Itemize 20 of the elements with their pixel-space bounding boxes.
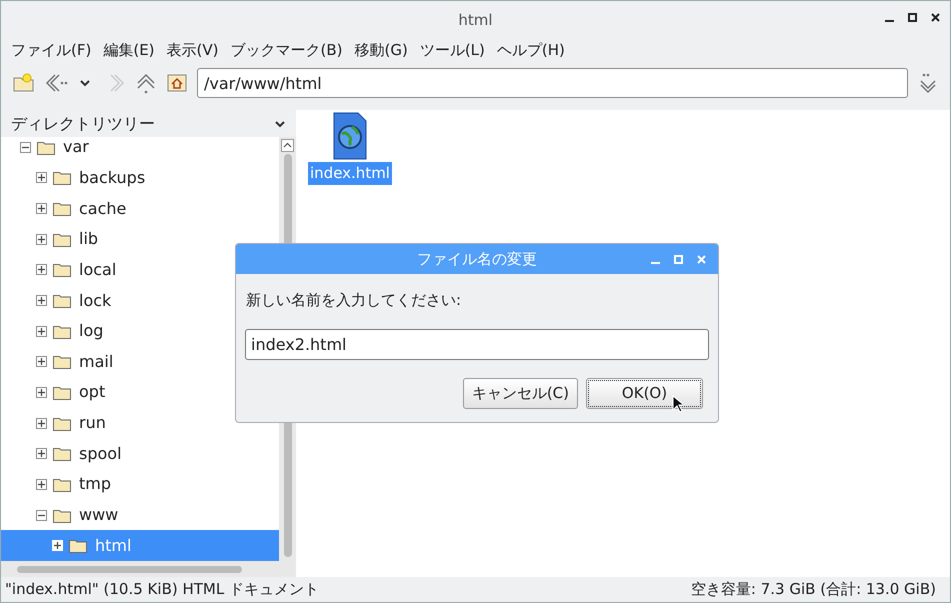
status-text: "index.html" (10.5 KiB) HTML ドキュメント xyxy=(5,579,319,600)
window-title: html xyxy=(458,10,493,31)
tree-label: local xyxy=(79,258,116,281)
tree-label: spool xyxy=(79,442,122,465)
tree-label: tmp xyxy=(79,473,112,496)
tree-label: lib xyxy=(79,228,98,250)
free-space-text: 空き容量: 7.3 GiB (合計: 13.0 GiB) xyxy=(690,579,936,600)
tree-label: mail xyxy=(79,350,114,373)
tree-label: www xyxy=(79,504,118,526)
dialog-prompt: 新しい名前を入力してください: xyxy=(246,290,462,311)
sidebar-title: ディレクトリツリー xyxy=(11,112,155,134)
dialog-title: ファイル名の変更 xyxy=(417,248,537,270)
tree-label: lock xyxy=(79,290,112,312)
tree-label: backups xyxy=(79,166,146,189)
tree-label: log xyxy=(79,320,104,342)
tree-label: opt xyxy=(79,381,106,404)
tree-label: html xyxy=(95,534,132,557)
tree-label: run xyxy=(79,412,106,434)
tree-label: cache xyxy=(79,198,126,220)
tree-label: var xyxy=(63,136,89,158)
